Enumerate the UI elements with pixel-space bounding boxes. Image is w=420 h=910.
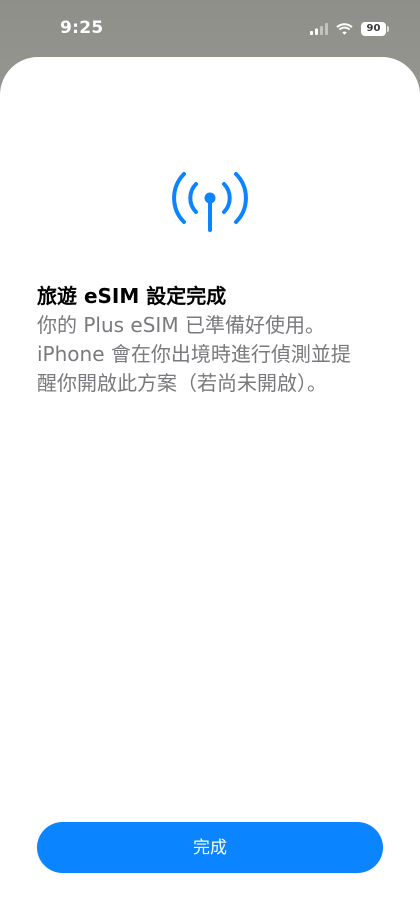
sheet-body-line: 你的 Plus eSIM 已準備好使用。	[37, 313, 325, 337]
sheet-body-line: 醒你開啟此方案（若尚未開啟）。	[37, 371, 327, 395]
signal-icon	[310, 23, 328, 35]
sheet-content: 旅遊 eSIM 設定完成 你的 Plus eSIM 已準備好使用。 iPhone…	[37, 282, 387, 398]
antenna-signal-icon	[172, 172, 248, 232]
sheet-body-line: iPhone 會在你出境時進行偵測並提	[37, 342, 351, 366]
sheet-title: 旅遊 eSIM 設定完成	[37, 284, 227, 308]
wifi-icon	[336, 23, 353, 35]
battery-level: 90	[366, 23, 381, 34]
status-time: 9:25	[60, 18, 104, 38]
status-bar: 9:25 90	[0, 0, 420, 58]
esim-setup-sheet: 旅遊 eSIM 設定完成 你的 Plus eSIM 已準備好使用。 iPhone…	[0, 57, 420, 910]
status-icons: 90	[310, 20, 389, 38]
battery-icon: 90	[361, 22, 389, 36]
done-button[interactable]: 完成	[37, 822, 383, 873]
